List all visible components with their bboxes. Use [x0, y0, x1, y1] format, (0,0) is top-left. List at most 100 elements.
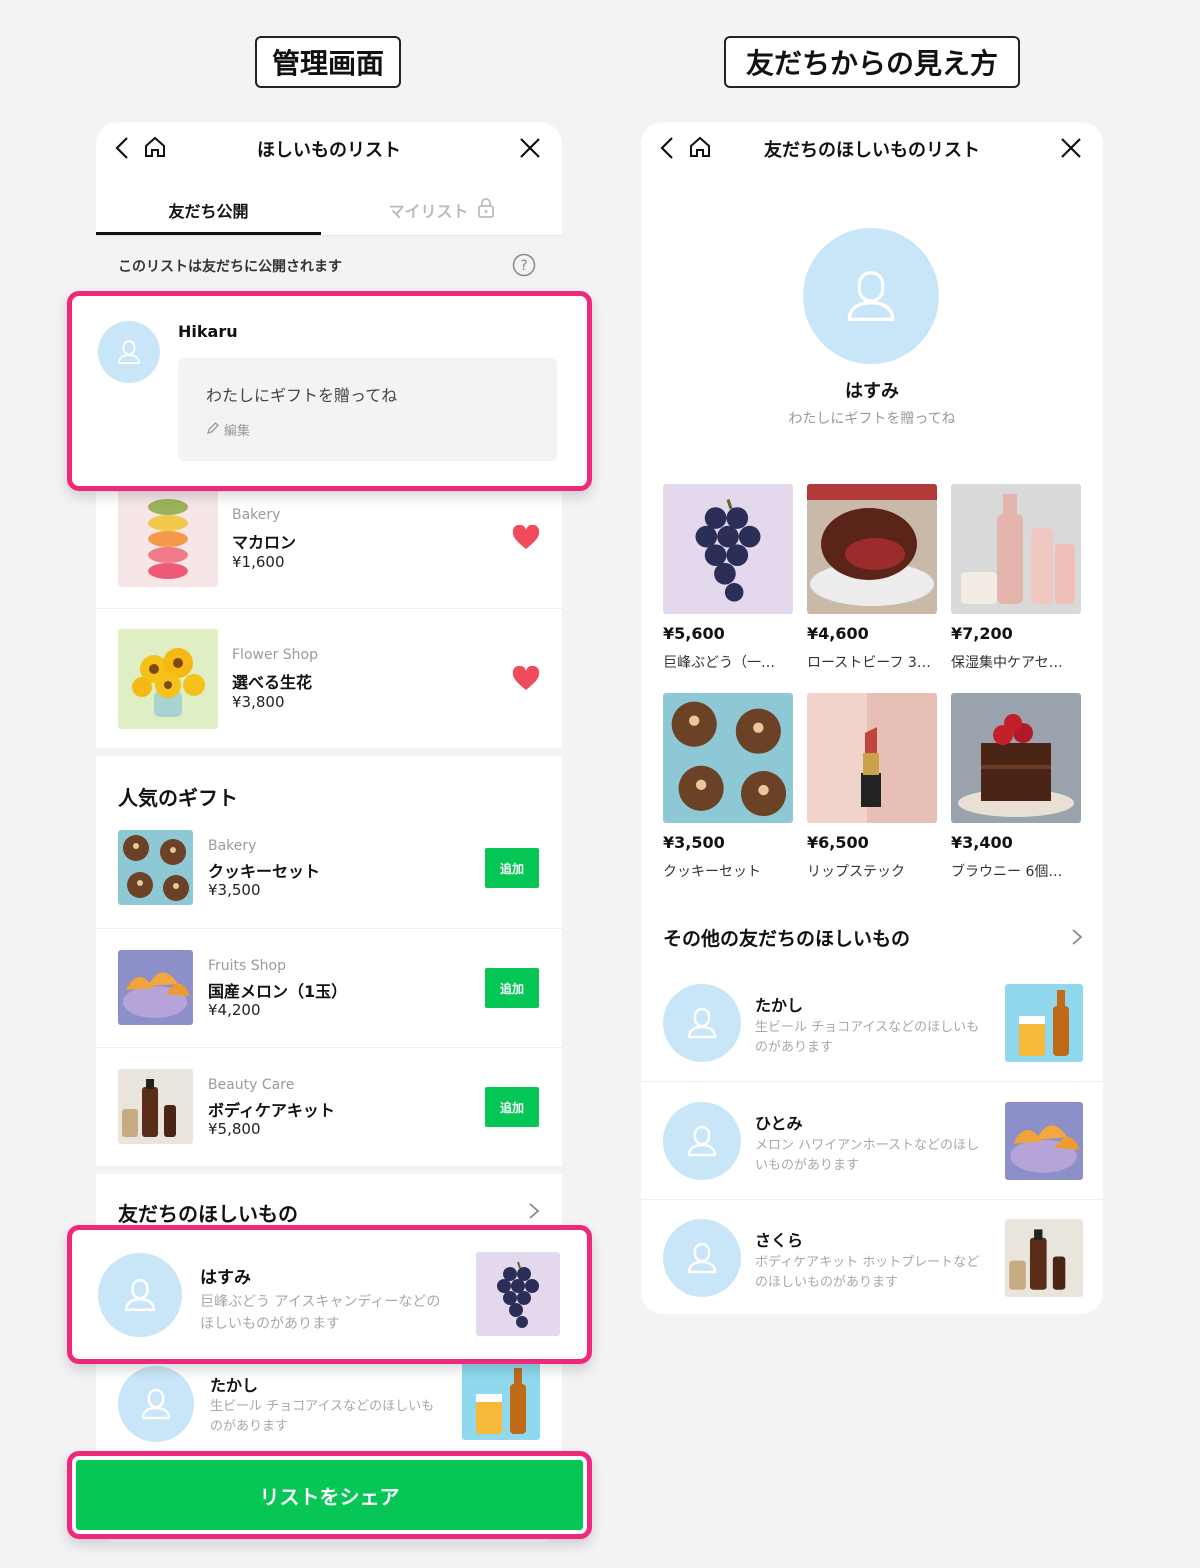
profile-message: わたしにギフトを贈ってね: [788, 411, 956, 427]
gift-card[interactable]: ¥7,200 保湿集中ケアセ…: [951, 484, 1081, 684]
section-divider: [96, 1166, 562, 1174]
item-name: クッキーセット: [663, 864, 761, 880]
grape-image: [663, 484, 793, 614]
beer-image: [462, 1362, 540, 1440]
brownie-image: [951, 693, 1081, 823]
item-category: Flower Shop: [232, 647, 318, 663]
friend-name: ひとみ: [755, 1114, 803, 1133]
friend-message: 生ビール チョコアイスなどのほしいも: [210, 1399, 435, 1414]
divider: [96, 928, 562, 929]
list-item[interactable]: Bakery マカロン ¥1,600: [96, 487, 562, 609]
item-price: ¥6,500: [807, 833, 869, 852]
friend-row[interactable]: たかし 生ビール チョコアイスなどのほしいも のがあります: [96, 1362, 562, 1447]
tab-public-label: 友だち公開: [168, 202, 249, 221]
list-item[interactable]: Bakery クッキーセット ¥3,500 追加: [96, 830, 562, 928]
list-item[interactable]: Flower Shop 選べる生花 ¥3,800: [96, 629, 562, 749]
avatar: [98, 321, 160, 383]
add-button[interactable]: 追加: [485, 1087, 539, 1127]
item-name: 選べる生花: [232, 673, 313, 692]
skincare-image: [951, 484, 1081, 614]
friend-row[interactable]: ひとみ メロン ハワイアンホーストなどのほし いものがあります: [641, 1102, 1103, 1200]
item-price: ¥1,600: [232, 553, 285, 571]
friend-view-screen: 友だちのほしいものリスト はすみ わたしにギフトを贈ってね ¥5,600 巨峰ぶ…: [641, 122, 1103, 1314]
bodycare-image: [118, 1069, 193, 1144]
friend-card-highlight[interactable]: はすみ 巨峰ぶどう アイスキャンディーなどの ほしいものがあります: [67, 1225, 592, 1364]
avatar: [663, 984, 741, 1062]
help-icon[interactable]: ?: [512, 253, 536, 281]
friend-message: ほしいものがあります: [200, 1316, 340, 1332]
lipstick-image: [807, 693, 937, 823]
friend-message: のがあります: [210, 1419, 289, 1434]
gift-card[interactable]: ¥6,500 リップステック: [807, 693, 937, 893]
tab-mylist[interactable]: マイリスト: [321, 184, 562, 236]
public-notice-text: このリストは友だちに公開されます: [118, 259, 342, 275]
item-price: ¥4,200: [208, 1001, 261, 1019]
friend-view-label: 友だちからの見え方: [724, 36, 1020, 88]
close-icon[interactable]: [518, 136, 542, 160]
close-icon[interactable]: [1059, 136, 1083, 160]
avatar: [98, 1253, 182, 1337]
beer-image: [1005, 984, 1083, 1062]
friend-name: たかし: [210, 1376, 259, 1395]
gift-card[interactable]: ¥4,600 ローストビーフ 3…: [807, 484, 937, 684]
avatar: [803, 228, 939, 364]
item-name: ボディケアキット: [208, 1101, 335, 1120]
item-price: ¥7,200: [951, 624, 1013, 643]
friend-message: 生ビール チョコアイスなどのほしいも: [755, 1020, 980, 1035]
item-category: Bakery: [208, 838, 257, 854]
friend-row[interactable]: たかし 生ビール チョコアイスなどのほしいも のがあります: [641, 984, 1103, 1082]
share-button-label: リストをシェア: [259, 1484, 400, 1509]
friend-name: はすみ: [200, 1268, 251, 1288]
add-button[interactable]: 追加: [485, 968, 539, 1008]
list-item[interactable]: Fruits Shop 国産メロン（1玉） ¥4,200 追加: [96, 950, 562, 1048]
chevron-right-icon[interactable]: [528, 1202, 540, 1224]
divider: [641, 1199, 1103, 1200]
avatar: [663, 1102, 741, 1180]
section-divider: [96, 748, 562, 756]
gift-card[interactable]: ¥5,600 巨峰ぶどう（一…: [663, 484, 793, 684]
tab-public[interactable]: 友だち公開: [96, 184, 321, 236]
flower-image: [118, 629, 218, 729]
item-name: クッキーセット: [208, 862, 321, 881]
avatar: [663, 1219, 741, 1297]
item-name: ローストビーフ 3…: [807, 655, 931, 671]
tab-mylist-label: マイリスト: [388, 202, 469, 221]
profile-card-highlight: Hikaru わたしにギフトを贈ってね 編集: [67, 291, 592, 491]
profile-message: わたしにギフトを贈ってね: [206, 386, 398, 405]
svg-text:?: ?: [520, 258, 527, 274]
item-price: ¥5,800: [208, 1120, 261, 1138]
popular-section-title: 人気のギフト: [118, 786, 238, 810]
pencil-icon: [206, 421, 220, 439]
gift-card[interactable]: ¥3,500 クッキーセット: [663, 693, 793, 893]
list-item[interactable]: Beauty Care ボディケアキット ¥5,800 追加: [96, 1069, 562, 1167]
item-price: ¥3,500: [208, 881, 261, 899]
add-button[interactable]: 追加: [485, 848, 539, 888]
lock-icon: [477, 198, 495, 222]
item-price: ¥5,600: [663, 624, 725, 643]
others-section-title: その他の友だちのほしいもの: [663, 928, 911, 950]
page-title: 友だちのほしいものリスト: [764, 140, 980, 161]
profile-name: Hikaru: [178, 322, 238, 341]
friend-row[interactable]: さくら ボディケアキット ホットプレートなど のほしいものがあります: [641, 1219, 1103, 1309]
friend-message: いものがあります: [755, 1158, 860, 1173]
item-name: 国産メロン（1玉）: [208, 982, 348, 1001]
avatar: [118, 1366, 194, 1442]
friend-name: さくら: [755, 1231, 804, 1250]
chevron-right-icon[interactable]: [1071, 928, 1083, 950]
friend-message: メロン ハワイアンホーストなどのほし: [755, 1138, 979, 1153]
share-button-highlight[interactable]: リストをシェア: [67, 1451, 592, 1539]
melon-image: [1005, 1102, 1083, 1180]
macaron-image: [118, 487, 218, 587]
friend-message: のがあります: [755, 1040, 834, 1055]
item-price: ¥3,500: [663, 833, 725, 852]
share-button[interactable]: リストをシェア: [76, 1460, 583, 1530]
edit-link[interactable]: 編集: [206, 420, 250, 439]
item-name: リップステック: [807, 864, 905, 880]
friends-section-title: 友だちのほしいもの: [118, 1202, 298, 1226]
heart-icon[interactable]: [512, 524, 540, 555]
bodycare-image: [1005, 1219, 1083, 1297]
gift-card[interactable]: ¥3,400 ブラウニー 6個…: [951, 693, 1081, 893]
friend-name: たかし: [755, 996, 804, 1015]
heart-icon[interactable]: [512, 665, 540, 696]
friend-message: ボディケアキット ホットプレートなど: [755, 1255, 980, 1270]
